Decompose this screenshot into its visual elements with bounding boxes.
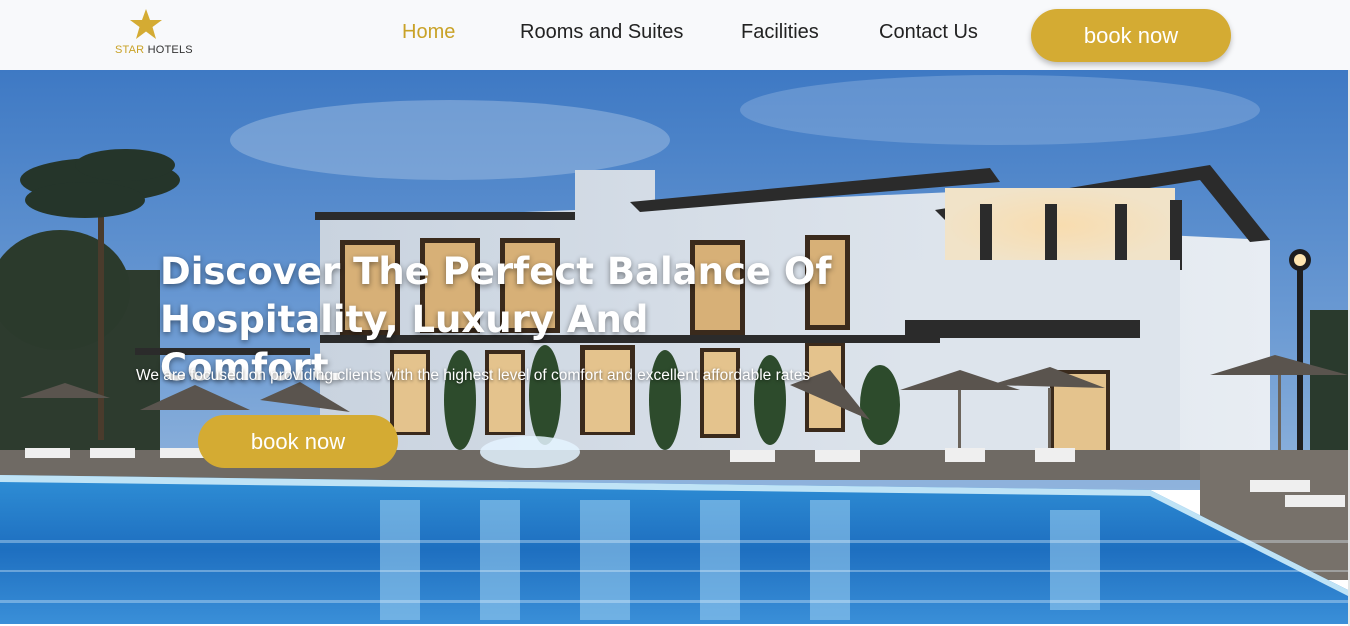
hero-title-line-1: Discover The Perfect Balance Of [160,250,832,293]
hero-section: Discover The Perfect Balance Of Hospital… [0,70,1348,624]
navbar: STAR HOTELS Home Rooms and Suites Facili… [0,0,1350,70]
nav-rooms-and-suites[interactable]: Rooms and Suites [520,21,683,44]
hero-book-now-button[interactable]: book now [198,415,398,468]
nav-facilities[interactable]: Facilities [741,21,819,44]
star-icon [130,9,162,39]
logo[interactable]: STAR HOTELS [113,8,193,60]
nav-home[interactable]: Home [402,21,455,44]
hero-subtitle: We are focused on providing clients with… [136,367,811,384]
logo-text: STAR HOTELS [115,44,193,56]
nav-contact-us[interactable]: Contact Us [879,21,978,44]
nav-book-now-button[interactable]: book now [1031,9,1231,62]
logo-text-star: STAR [115,44,145,56]
logo-text-hotels: HOTELS [144,44,193,56]
